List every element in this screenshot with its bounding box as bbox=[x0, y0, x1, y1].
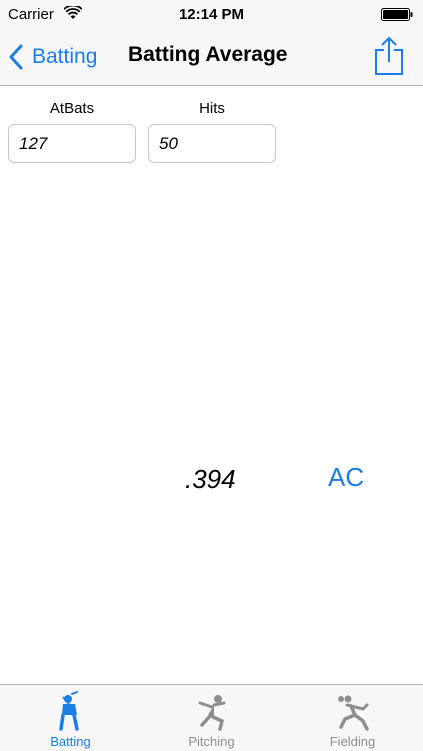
share-button[interactable] bbox=[373, 36, 405, 76]
pitcher-icon bbox=[198, 695, 225, 731]
status-time: 12:14 PM bbox=[178, 6, 245, 23]
chevron-left-icon bbox=[9, 44, 23, 70]
batter-icon bbox=[58, 691, 79, 731]
atbats-label: AtBats bbox=[49, 100, 95, 117]
tab-label-fielding: Fielding bbox=[329, 734, 376, 749]
atbats-input[interactable] bbox=[8, 124, 136, 163]
page-title: Batting Average bbox=[128, 43, 288, 66]
tab-label-pitching: Pitching bbox=[188, 734, 235, 749]
tab-bar: Batting Pitching Fielding bbox=[0, 684, 423, 751]
battery-icon bbox=[381, 8, 413, 21]
tab-fielding[interactable]: Fielding bbox=[282, 685, 423, 751]
share-icon bbox=[375, 36, 403, 75]
tab-batting[interactable]: Batting bbox=[0, 685, 141, 751]
tab-label-batting: Batting bbox=[50, 734, 91, 749]
hits-input[interactable] bbox=[148, 124, 276, 163]
back-button-label: Batting bbox=[32, 45, 98, 68]
batting-average-result: .394 bbox=[185, 464, 236, 494]
hits-label: Hits bbox=[199, 100, 225, 117]
status-bar: Carrier 12:14 PM bbox=[0, 0, 423, 30]
fielder-icon bbox=[337, 695, 369, 731]
tab-pitching[interactable]: Pitching bbox=[141, 685, 282, 751]
clear-button[interactable]: AC bbox=[328, 462, 364, 493]
navigation-bar: Batting Batting Average bbox=[0, 30, 423, 86]
back-button[interactable]: Batting bbox=[8, 40, 97, 74]
